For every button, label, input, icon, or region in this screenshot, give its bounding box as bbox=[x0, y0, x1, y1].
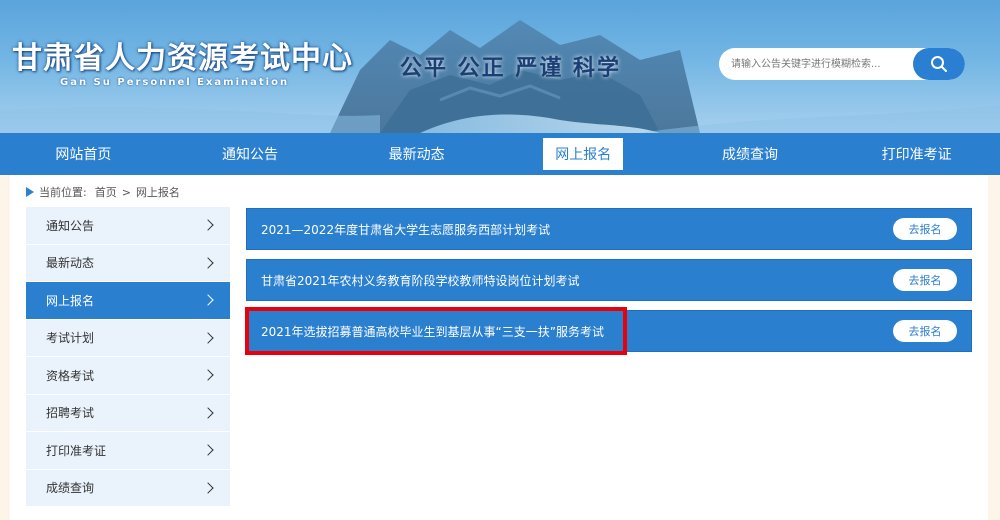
site-subtitle: Gan Su Personnel Examination bbox=[60, 77, 290, 88]
search-input[interactable] bbox=[719, 48, 913, 80]
sidebar-item-label: 考试计划 bbox=[46, 331, 95, 346]
chevron-right-icon bbox=[202, 482, 214, 494]
nav-item-score-query[interactable]: 成绩查询 bbox=[667, 133, 834, 175]
list-item: 甘肃省2021年农村义务教育阶段学校教师特设岗位计划考试 去报名 bbox=[246, 259, 972, 301]
chevron-right-icon bbox=[202, 407, 214, 419]
sidebar-item-notices[interactable]: 通知公告 bbox=[26, 207, 230, 245]
sidebar-item-label: 网上报名 bbox=[46, 293, 95, 308]
sidebar-item-label: 招聘考试 bbox=[46, 406, 95, 421]
sidebar-item-exam-plan[interactable]: 考试计划 bbox=[26, 319, 230, 357]
breadcrumb-current: 网上报名 bbox=[135, 186, 180, 199]
breadcrumb-separator: > bbox=[121, 185, 131, 199]
list-item: 2021年选拔招募普通高校毕业生到基层从事“三支一扶”服务考试 去报名 bbox=[246, 310, 972, 352]
sidebar-item-print-admission-ticket[interactable]: 打印准考证 bbox=[26, 432, 230, 470]
search-button[interactable] bbox=[913, 48, 965, 80]
sidebar-item-label: 最新动态 bbox=[46, 256, 95, 271]
list-item: 2021—2022年度甘肃省大学生志愿服务西部计划考试 去报名 bbox=[246, 208, 972, 250]
slogan: 公平 公正 严谨 科学 bbox=[400, 55, 621, 81]
exam-title-link[interactable]: 2021—2022年度甘肃省大学生志愿服务西部计划考试 bbox=[261, 221, 550, 238]
sidebar-item-score-query[interactable]: 成绩查询 bbox=[26, 469, 230, 507]
sidebar-item-recruitment-exam[interactable]: 招聘考试 bbox=[26, 394, 230, 432]
breadcrumb: 当前位置: 首页 > 网上报名 bbox=[26, 184, 180, 200]
main-nav: 网站首页 通知公告 最新动态 网上报名 成绩查询 打印准考证 bbox=[0, 133, 1000, 175]
register-button[interactable]: 去报名 bbox=[893, 320, 957, 342]
sidebar-item-news[interactable]: 最新动态 bbox=[26, 244, 230, 282]
sidebar-item-label: 打印准考证 bbox=[46, 443, 107, 458]
chevron-right-icon bbox=[202, 219, 214, 231]
nav-item-online-registration[interactable]: 网上报名 bbox=[500, 133, 667, 175]
site-title: 甘肃省人力资源考试中心 bbox=[12, 41, 353, 76]
nav-item-home[interactable]: 网站首页 bbox=[0, 133, 167, 175]
sidebar: 通知公告 最新动态 网上报名 考试计划 资格考试 招聘考试 打印准考证 成绩查询 bbox=[26, 207, 230, 507]
exam-title-link[interactable]: 甘肃省2021年农村义务教育阶段学校教师特设岗位计划考试 bbox=[261, 272, 580, 289]
nav-item-notices[interactable]: 通知公告 bbox=[167, 133, 334, 175]
exam-title-link[interactable]: 2021年选拔招募普通高校毕业生到基层从事“三支一扶”服务考试 bbox=[261, 323, 604, 340]
header-banner: 甘肃省人力资源考试中心 Gan Su Personnel Examination… bbox=[0, 0, 1000, 133]
breadcrumb-arrow-icon bbox=[26, 187, 34, 197]
chevron-right-icon bbox=[202, 369, 214, 381]
exam-list: 2021—2022年度甘肃省大学生志愿服务西部计划考试 去报名 甘肃省2021年… bbox=[246, 208, 972, 361]
search-icon bbox=[931, 56, 947, 72]
sidebar-item-label: 资格考试 bbox=[46, 368, 95, 383]
register-button[interactable]: 去报名 bbox=[893, 269, 957, 291]
register-button[interactable]: 去报名 bbox=[893, 218, 957, 240]
sidebar-item-label: 成绩查询 bbox=[46, 481, 95, 496]
chevron-right-icon bbox=[202, 257, 214, 269]
chevron-right-icon bbox=[202, 294, 214, 306]
sidebar-item-online-registration[interactable]: 网上报名 bbox=[26, 282, 230, 320]
search-box bbox=[719, 48, 965, 80]
breadcrumb-home-link[interactable]: 首页 bbox=[95, 184, 117, 200]
breadcrumb-prefix: 当前位置: bbox=[39, 186, 87, 199]
chevron-right-icon bbox=[202, 332, 214, 344]
nav-item-print-admission-ticket[interactable]: 打印准考证 bbox=[833, 133, 1000, 175]
chevron-right-icon bbox=[202, 444, 214, 456]
sidebar-item-label: 通知公告 bbox=[46, 218, 95, 233]
nav-item-news[interactable]: 最新动态 bbox=[333, 133, 500, 175]
sidebar-item-qualification-exam[interactable]: 资格考试 bbox=[26, 357, 230, 395]
